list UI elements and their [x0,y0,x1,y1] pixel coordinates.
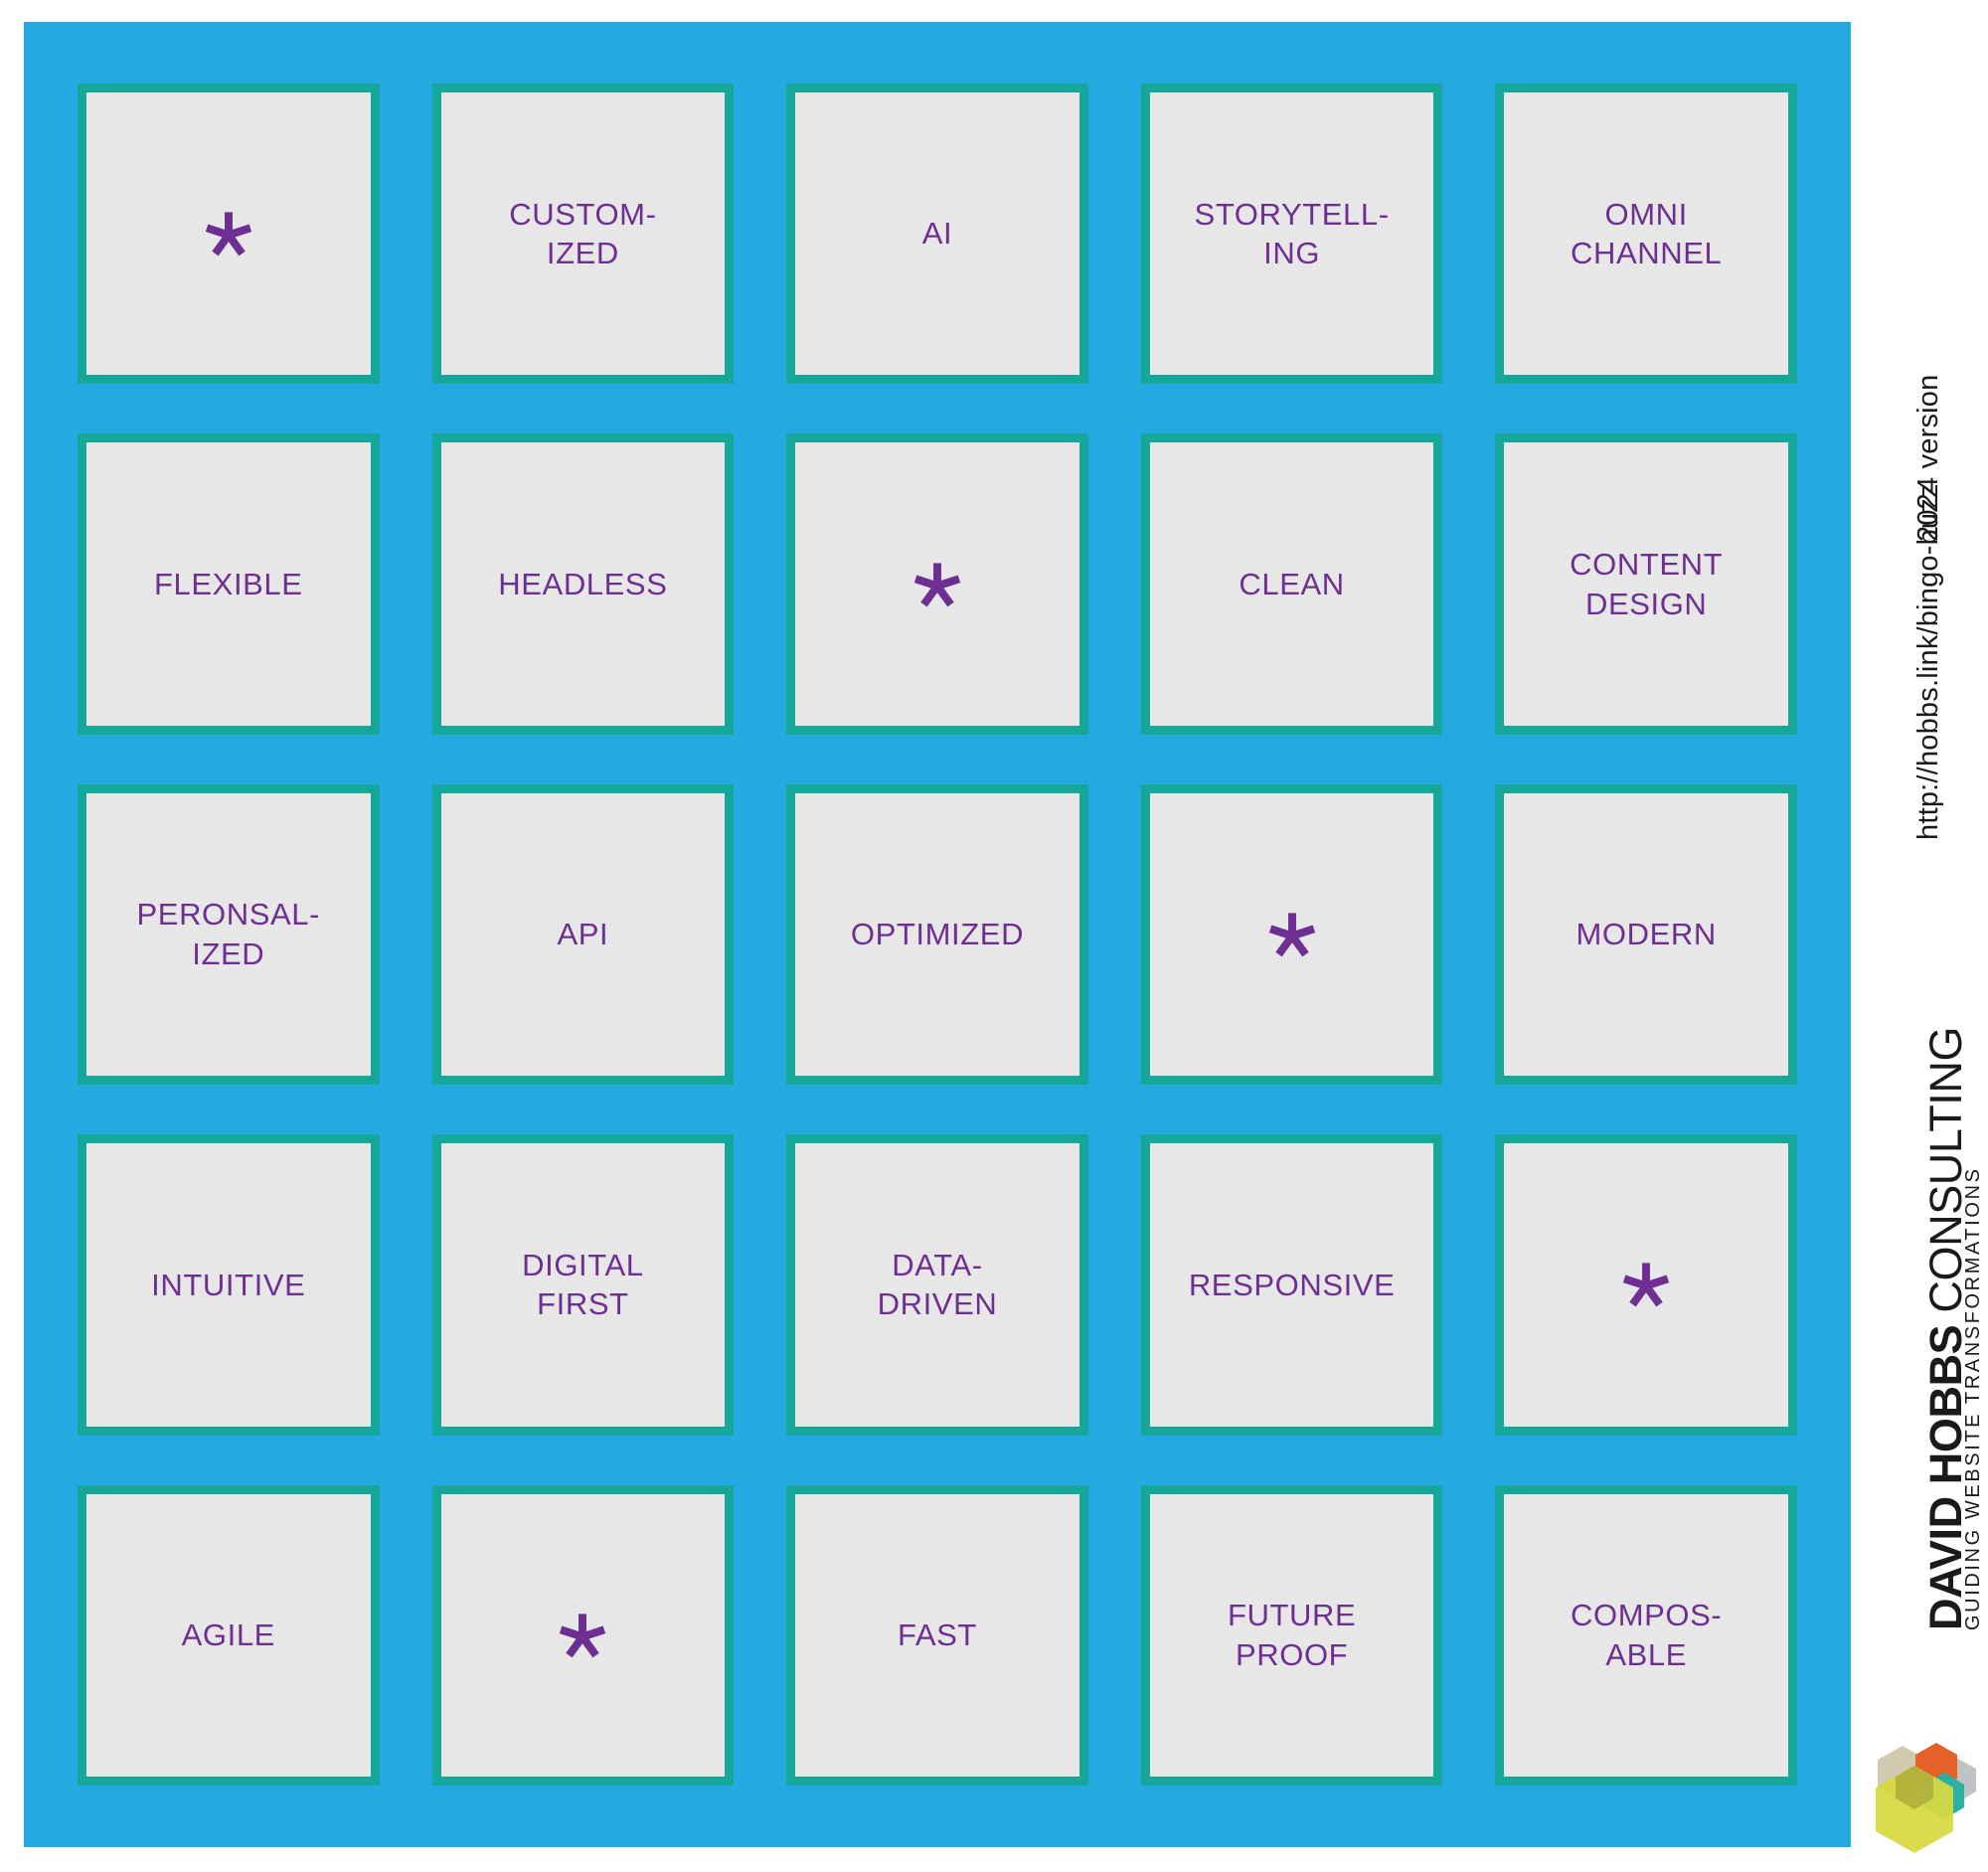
bingo-cell-free-space[interactable] [78,84,380,385]
asterisk-icon [913,562,961,607]
bingo-cell-label: PERONSAL- IZED [136,897,321,971]
bingo-cell-label: MODERN [1575,917,1717,952]
bingo-cell[interactable]: DIGITAL FIRST [431,1134,735,1436]
bingo-cell[interactable]: OMNI CHANNEL [1495,84,1797,385]
bingo-cell-free-space[interactable] [1140,783,1443,1086]
bingo-cell[interactable]: PERONSAL- IZED [78,783,380,1086]
bingo-cell-label: DIGITAL FIRST [522,1247,644,1322]
bingo-url-link[interactable]: http://hobbs.link/bingo-buzz [1912,483,1945,840]
bingo-cell-label: FAST [898,1617,977,1652]
bingo-cell-label: OMNI CHANNEL [1571,196,1723,271]
bingo-cell-label: AI [921,216,953,252]
bingo-cell[interactable]: DATA- DRIVEN [786,1134,1088,1436]
asterisk-icon [205,212,251,256]
bingo-card-page: CUSTOM- IZED AI STORYTELL- ING OMNI CHANNEL… [0,0,1988,1872]
bingo-cell-label: CUSTOM- IZED [509,196,657,271]
bingo-cell[interactable]: HEADLESS [431,433,735,735]
bingo-cell[interactable]: FUTURE PROOF [1140,1484,1443,1786]
bingo-cell-label: CLEAN [1239,566,1345,601]
bingo-cell[interactable]: MODERN [1495,783,1797,1086]
bingo-grid: CUSTOM- IZED AI STORYTELL- ING OMNI CHANNEL… [78,84,1797,1786]
right-rail: 2024 version http://hobbs.link/bingo-buz… [1857,0,1988,1872]
bingo-cell[interactable]: FLEXIBLE [78,433,380,735]
bingo-cell[interactable]: OPTIMIZED [786,783,1088,1086]
bingo-cell-free-space[interactable] [786,433,1088,735]
bingo-cell-free-space[interactable] [431,1484,735,1786]
bingo-cell-label: DATA- DRIVEN [877,1247,998,1322]
bingo-cell[interactable]: API [431,783,735,1086]
bingo-cell-label: FLEXIBLE [154,566,303,601]
bingo-cell[interactable]: INTUITIVE [78,1134,380,1436]
bingo-cell-label: RESPONSIVE [1188,1267,1396,1302]
bingo-cell[interactable]: AGILE [78,1484,380,1786]
bingo-cell-label: AGILE [181,1617,275,1652]
asterisk-icon [1268,913,1315,957]
asterisk-icon [1623,1263,1670,1307]
asterisk-icon [560,1614,606,1658]
bingo-cell-label: HEADLESS [498,566,668,601]
bingo-cell[interactable]: CUSTOM- IZED [431,84,735,385]
bingo-cell-label: STORYTELL- ING [1194,196,1390,271]
bingo-cell-label: API [557,917,609,952]
bingo-cell-free-space[interactable] [1495,1134,1797,1436]
bingo-cell-label: CONTENT DESIGN [1570,546,1724,621]
bingo-panel: CUSTOM- IZED AI STORYTELL- ING OMNI CHANNEL… [24,22,1851,1847]
bingo-cell[interactable]: FAST [786,1484,1088,1786]
bingo-cell[interactable]: COMPOS- ABLE [1495,1484,1797,1786]
brand-tagline: GUIDING WEBSITE TRANSFORMATIONS [1962,1166,1984,1630]
bingo-cell-label: INTUITIVE [151,1267,306,1302]
bingo-cell[interactable]: AI [786,84,1088,385]
bingo-cell-label: COMPOS- ABLE [1571,1598,1723,1672]
bingo-cell[interactable]: STORYTELL- ING [1140,84,1443,385]
bingo-cell-label: OPTIMIZED [850,917,1025,952]
bingo-cell[interactable]: RESPONSIVE [1140,1134,1443,1436]
bingo-cell-label: FUTURE PROOF [1227,1598,1357,1672]
bingo-cell[interactable]: CONTENT DESIGN [1495,433,1797,735]
hexagon-cluster-logo [1871,1728,1986,1855]
bingo-cell[interactable]: CLEAN [1140,433,1443,735]
